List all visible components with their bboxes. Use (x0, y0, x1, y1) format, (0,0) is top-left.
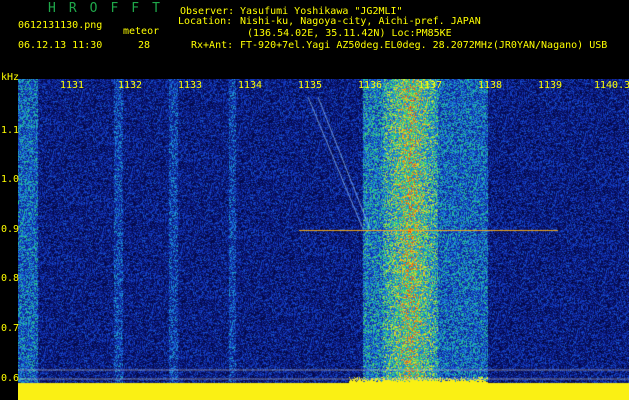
x-tick-label: 1138 (478, 80, 503, 91)
filename: 0612131130.png (18, 20, 103, 31)
x-tick-label: 1140.3 (594, 80, 629, 91)
frequency-unit-label: kHz (1, 72, 20, 83)
spectrogram-waterfall (18, 79, 629, 400)
x-tick-label: 1135 (298, 80, 323, 91)
x-tick-label: 1137 (418, 80, 443, 91)
location-value: Nishi-ku, Nagoya-city, Aichi-pref. JAPAN (240, 16, 481, 27)
y-tick-label: 0.8 (1, 273, 20, 284)
location-label: Location: (178, 16, 233, 27)
datetime: 06.12.13 11:30 (18, 40, 103, 51)
x-tick-label: 1136 (358, 80, 383, 91)
y-tick-label: 1.1 (1, 125, 20, 136)
y-tick-label: 1.0 (1, 174, 20, 185)
rx-value: FT-920+7el.Yagi AZ50deg.EL0deg. 28.2072M… (240, 40, 608, 51)
x-tick-label: 1133 (178, 80, 203, 91)
meteor-count: 28 (138, 40, 151, 51)
x-tick-label: 1139 (538, 80, 563, 91)
rx-label: Rx+Ant: (191, 40, 234, 51)
y-tick-label: 0.6 (1, 373, 20, 384)
x-tick-label: 1134 (238, 80, 263, 91)
meteor-label: meteor (123, 26, 160, 37)
hrofft-window: HROFFT 0612131130.png 06.12.13 11:30 met… (0, 0, 629, 400)
y-tick-label: 0.7 (1, 323, 20, 334)
location-coords: (136.54.02E, 35.11.42N) Loc:PM85KE (247, 28, 452, 39)
x-tick-label: 1131 (60, 80, 85, 91)
y-tick-label: 0.9 (1, 224, 20, 235)
app-brand: HROFFT (48, 1, 173, 16)
x-tick-label: 1132 (118, 80, 143, 91)
